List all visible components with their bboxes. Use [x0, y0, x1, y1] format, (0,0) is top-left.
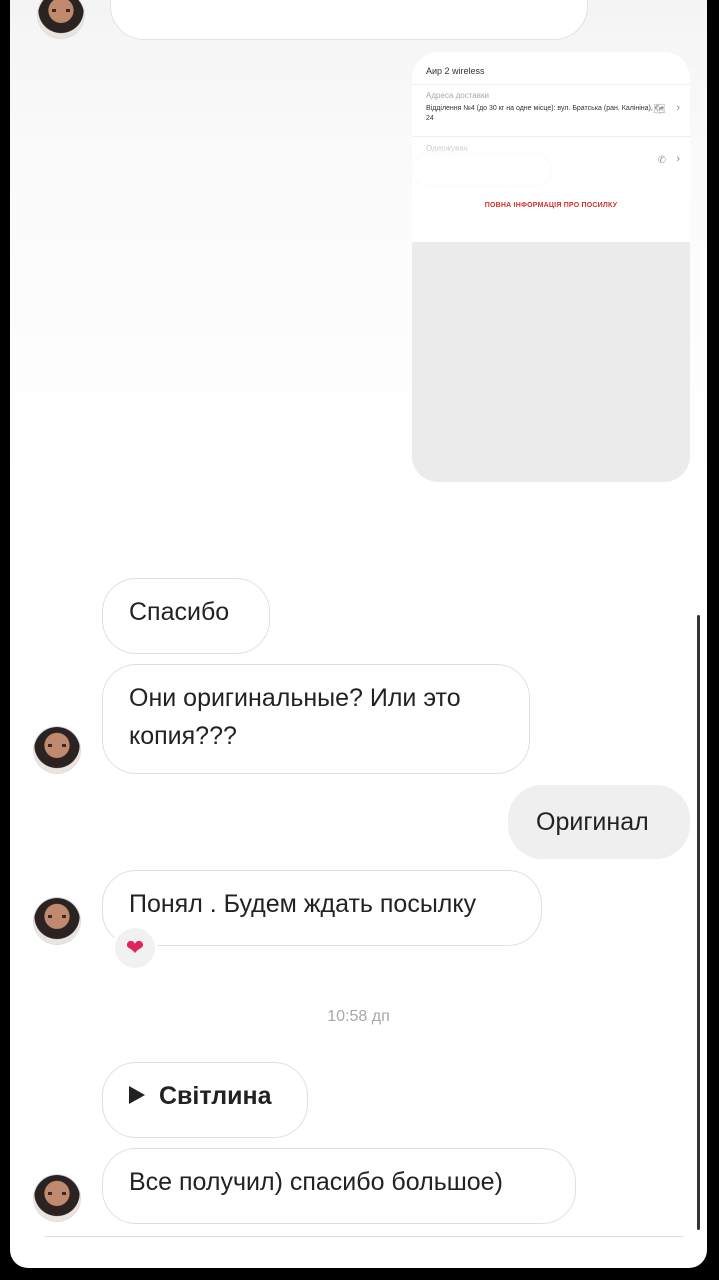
- avatar[interactable]: [34, 1175, 80, 1221]
- address-label: Адреса доставки: [426, 91, 489, 100]
- message-text: Все получил) спасибо большое): [129, 1168, 503, 1196]
- chevron-right-icon: ›: [676, 102, 680, 114]
- message-bubble[interactable]: Они оригинальные? Или это копия???: [102, 664, 530, 774]
- message-text: Понял . Будем ждать посылку: [129, 890, 477, 918]
- card-title: Аир 2 wireless: [426, 66, 485, 76]
- avatar[interactable]: [34, 898, 80, 944]
- timestamp: 10:58 дп: [327, 1008, 390, 1025]
- divider: [412, 84, 690, 85]
- map-icon: 🗺: [653, 104, 666, 115]
- phone-icon: ✆: [657, 155, 666, 166]
- attachment-label: Світлина: [159, 1082, 272, 1110]
- heart-reaction[interactable]: ❤: [112, 925, 158, 971]
- avatar[interactable]: [34, 727, 80, 773]
- full-info-link: ПОВНА ІНФОРМАЦІЯ ПРО ПОСИЛКУ: [484, 202, 618, 209]
- scrollbar[interactable]: [697, 615, 700, 1230]
- my-message-bubble[interactable]: Оригинал: [508, 785, 690, 859]
- divider: [412, 136, 690, 137]
- message-bubble[interactable]: Понял . Будем ждать посылку: [102, 870, 542, 946]
- composer-divider: [44, 1236, 684, 1237]
- receiver-label: Одержувач: [426, 144, 468, 153]
- message-text: Спасибо: [129, 598, 230, 626]
- message-bubble[interactable]: Все получил) спасибо большое): [102, 1148, 576, 1224]
- chat-screen: Аир 2 wireless Адреса доставки Відділенн…: [10, 0, 707, 1268]
- play-icon: [129, 1086, 145, 1105]
- message-text: Оригинал: [536, 808, 649, 836]
- chevron-right-icon: ›: [676, 153, 680, 165]
- photo-attachment-bubble[interactable]: Світлина: [102, 1062, 308, 1138]
- delivery-card-details: Аир 2 wireless Адреса доставки Відділенн…: [412, 52, 690, 242]
- address-text: Відділення №4 (до 30 кг на одне місце): …: [426, 105, 653, 122]
- receiver-redacted: [414, 155, 550, 185]
- delivery-card-image[interactable]: Аир 2 wireless Адреса доставки Відділенн…: [412, 52, 690, 482]
- message-bubble-cut: [110, 0, 588, 40]
- message-bubble[interactable]: Спасибо: [102, 578, 270, 654]
- message-text: Они оригинальные? Или это копия???: [129, 684, 461, 750]
